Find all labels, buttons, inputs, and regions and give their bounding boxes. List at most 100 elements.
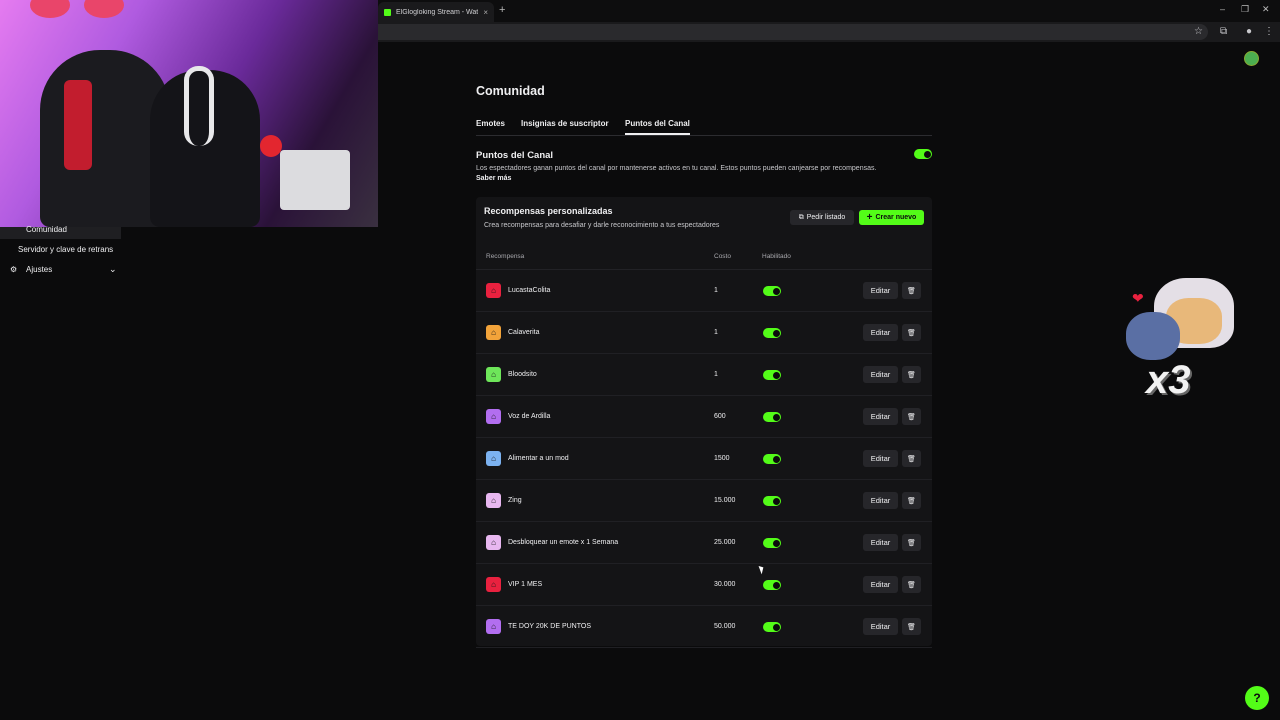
create-new-button[interactable]: + Crear nuevo	[859, 210, 924, 225]
reward-enabled-toggle[interactable]	[763, 454, 781, 464]
chevron-down-icon[interactable]: ⌄	[109, 264, 117, 275]
channel-points-toggle[interactable]	[914, 149, 932, 159]
trash-icon: 🗑	[907, 287, 916, 295]
reward-name: LucastaColita	[508, 287, 551, 294]
guitar-shape	[30, 0, 70, 18]
plus-icon: +	[866, 212, 873, 223]
user-avatar[interactable]	[1244, 51, 1259, 66]
restore-button[interactable]: ❐	[1241, 4, 1249, 15]
trash-icon: 🗑	[907, 623, 916, 631]
gear-icon: ⚙	[10, 265, 18, 274]
delete-button[interactable]: 🗑	[902, 576, 921, 593]
browser-tab-bar: ElGlogloking Stream - Watch Li × + – ❐ ✕	[378, 0, 1280, 22]
edit-button[interactable]: Editar	[863, 324, 898, 341]
learn-more-link[interactable]: Saber más	[476, 175, 511, 182]
flower-shape	[260, 135, 282, 157]
reward-name: TE DOY 20K DE PUNTOS	[508, 623, 591, 630]
edit-button[interactable]: Editar	[863, 576, 898, 593]
reward-cost: 15.000	[714, 497, 736, 504]
reward-enabled-toggle[interactable]	[763, 622, 781, 632]
emote-multiplier-text: x3	[1146, 358, 1191, 402]
window-close-button[interactable]: ✕	[1262, 4, 1270, 15]
kick-favicon-icon	[384, 8, 391, 16]
device-shape	[280, 150, 350, 210]
edit-button[interactable]: Editar	[863, 366, 898, 383]
edit-button[interactable]: Editar	[863, 282, 898, 299]
trash-icon: 🗑	[907, 329, 916, 337]
browser-tab[interactable]: ElGlogloking Stream - Watch Li ×	[378, 2, 494, 22]
emote-character-shape	[1126, 312, 1180, 360]
url-input[interactable]	[378, 24, 1208, 40]
reward-enabled-toggle[interactable]	[763, 496, 781, 506]
trash-icon: 🗑	[907, 497, 916, 505]
reward-enabled-toggle[interactable]	[763, 580, 781, 590]
trash-icon: 🗑	[907, 371, 916, 379]
reward-enabled-toggle[interactable]	[763, 328, 781, 338]
help-chat-button[interactable]: ?	[1245, 686, 1269, 710]
heart-icon: ❤	[1132, 290, 1144, 306]
rewards-title: Recompensas personalizadas	[484, 206, 613, 216]
column-header-cost: Costo	[714, 253, 731, 260]
close-tab-icon[interactable]: ×	[483, 8, 488, 17]
table-row: ⌂ TE DOY 20K DE PUNTOS 50.000 Editar 🗑	[476, 606, 932, 648]
table-row: ⌂ Alimentar a un mod 1500 Editar 🗑	[476, 438, 932, 480]
reward-icon: ⌂	[486, 367, 501, 382]
delete-button[interactable]: 🗑	[902, 282, 921, 299]
reward-name: Zing	[508, 497, 522, 504]
sidebar-item-label: Ajustes	[26, 265, 53, 274]
community-tabs: Emotes Insignias de suscriptor Puntos de…	[476, 118, 932, 136]
tab-emotes[interactable]: Emotes	[476, 119, 505, 128]
edit-button[interactable]: Editar	[863, 618, 898, 635]
table-row: ⌂ VIP 1 MES 30.000 Editar 🗑	[476, 564, 932, 606]
reward-cost: 600	[714, 413, 726, 420]
address-bar: ☆ ⧉ ● ⋮	[378, 22, 1280, 42]
profile-icon[interactable]: ●	[1246, 26, 1252, 37]
tab-puntos-canal[interactable]: Puntos del Canal	[625, 119, 690, 135]
reward-name: Desbloquear un emote x 1 Semana	[508, 539, 619, 546]
new-tab-button[interactable]: +	[499, 4, 505, 16]
column-header-enabled: Habilitado	[762, 253, 791, 260]
guitar-shape	[84, 0, 124, 18]
external-link-icon: ⧉	[798, 213, 804, 221]
custom-rewards-panel: Recompensas personalizadas Crea recompen…	[476, 197, 932, 648]
tab-insignias[interactable]: Insignias de suscriptor	[521, 119, 609, 128]
sidebar: Comunidad Servidor y clave de retrans ⚙ …	[0, 225, 378, 720]
edit-button[interactable]: Editar	[863, 408, 898, 425]
delete-button[interactable]: 🗑	[902, 408, 921, 425]
delete-button[interactable]: 🗑	[902, 366, 921, 383]
rewards-table-header: Recompensa Costo Habilitado	[476, 245, 932, 270]
bookmark-star-icon[interactable]: ☆	[1194, 26, 1203, 37]
reward-enabled-toggle[interactable]	[763, 286, 781, 296]
reward-icon: ⌂	[486, 535, 501, 550]
delete-button[interactable]: 🗑	[902, 492, 921, 509]
extensions-icon[interactable]: ⧉	[1220, 26, 1227, 37]
browser-menu-icon[interactable]: ⋮	[1264, 26, 1274, 37]
create-new-label: Crear nuevo	[875, 214, 917, 221]
request-list-button[interactable]: ⧉ Pedir listado	[790, 210, 854, 225]
reward-name: Voz de Ardilla	[508, 413, 551, 420]
headset-shape	[184, 66, 214, 146]
reward-cost: 30.000	[714, 581, 736, 588]
table-row: ⌂ Voz de Ardilla 600 Editar 🗑	[476, 396, 932, 438]
delete-button[interactable]: 🗑	[902, 618, 921, 635]
reward-enabled-toggle[interactable]	[763, 370, 781, 380]
reward-icon: ⌂	[486, 283, 501, 298]
delete-button[interactable]: 🗑	[902, 324, 921, 341]
trash-icon: 🗑	[907, 413, 916, 421]
sidebar-item-comunidad[interactable]: Comunidad	[0, 225, 121, 239]
page-title: Comunidad	[476, 84, 545, 98]
table-row: ⌂ LucastaColita 1 Editar 🗑	[476, 270, 932, 312]
edit-button[interactable]: Editar	[863, 492, 898, 509]
delete-button[interactable]: 🗑	[902, 534, 921, 551]
minimize-button[interactable]: –	[1220, 4, 1225, 14]
reward-enabled-toggle[interactable]	[763, 538, 781, 548]
delete-button[interactable]: 🗑	[902, 450, 921, 467]
edit-button[interactable]: Editar	[863, 534, 898, 551]
reward-name: VIP 1 MES	[508, 581, 543, 588]
reward-enabled-toggle[interactable]	[763, 412, 781, 422]
sidebar-item-servidor[interactable]: Servidor y clave de retrans	[18, 245, 113, 254]
edit-button[interactable]: Editar	[863, 450, 898, 467]
sidebar-item-ajustes[interactable]: ⚙ Ajustes ⌄	[10, 264, 120, 277]
reward-cost: 1	[714, 371, 718, 378]
sidebar-item-label: Comunidad	[26, 225, 67, 234]
